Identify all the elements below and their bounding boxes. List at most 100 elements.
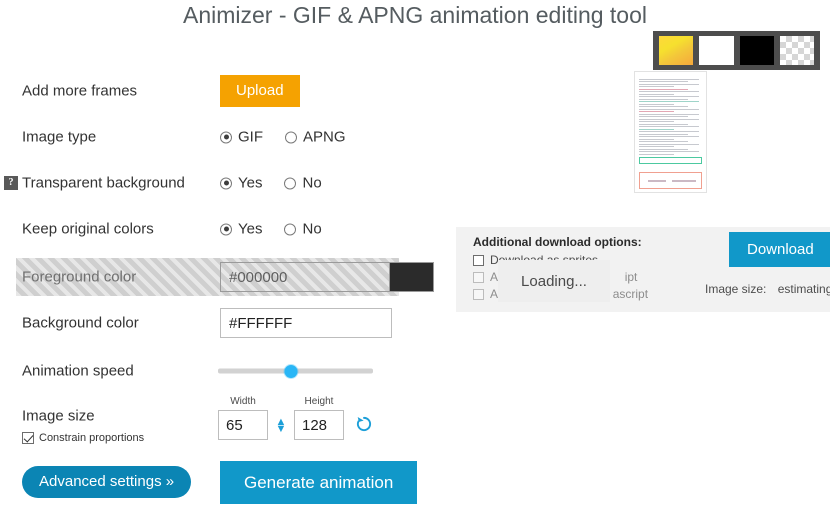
radio-keep-colors-yes[interactable]: Yes: [220, 221, 262, 238]
row-keep-original-colors: Keep original colors Yes No: [0, 206, 430, 252]
constrain-proportions-checkbox[interactable]: Constrain proportions: [22, 432, 144, 444]
radio-keep-colors-no[interactable]: No: [284, 220, 322, 238]
radio-label: APNG: [303, 128, 346, 146]
thumb-line: [639, 123, 689, 125]
thumb-line: [639, 116, 689, 117]
advanced-settings-button[interactable]: Advanced settings »: [22, 466, 192, 498]
thumb-line: [639, 81, 689, 82]
radio-label: No: [302, 174, 322, 192]
radio-dot-icon: [220, 131, 232, 143]
thumb-line: [639, 128, 674, 130]
thumb-line: [639, 108, 700, 110]
checkbox-icon: [473, 254, 484, 266]
thumb-line: [639, 78, 700, 80]
thumb-line: [639, 138, 674, 140]
thumb-line: [639, 151, 700, 152]
thumb-line: [639, 143, 700, 145]
transparent-background-label: Transparent background: [22, 174, 185, 192]
animation-speed-slider[interactable]: [218, 364, 373, 378]
thumb-line: [639, 133, 689, 135]
thumb-line: [639, 96, 700, 97]
thumb-line: [639, 121, 674, 122]
generate-animation-button[interactable]: Generate animation: [220, 461, 418, 504]
row-foreground-color: Foreground color: [16, 258, 434, 296]
thumb-line: [639, 93, 674, 95]
download-options-title: Additional download options:: [473, 235, 642, 249]
black-swatch[interactable]: [739, 36, 774, 65]
option-label-tail: ascript: [612, 287, 649, 301]
radio-label: Yes: [238, 174, 263, 192]
option-label-tail: ipt: [624, 270, 638, 284]
animation-speed-label: Animation speed: [22, 362, 134, 380]
row-image-type: Image type GIF APNG: [0, 114, 430, 160]
radio-dot-icon: [220, 177, 232, 189]
gradient-swatch[interactable]: [659, 36, 694, 65]
thumb-line: [639, 103, 674, 105]
download-button[interactable]: Download: [729, 232, 830, 267]
thumb-line: [639, 101, 700, 102]
radio-image-type-gif[interactable]: GIF: [220, 129, 263, 146]
thumb-line: [639, 118, 700, 120]
height-field-group: Height: [294, 396, 344, 440]
row-animation-speed: Animation speed: [0, 348, 430, 394]
image-size-value: estimating.: [777, 282, 830, 296]
radio-image-type-apng[interactable]: APNG: [285, 129, 346, 146]
thumb-footer-box: [639, 172, 702, 189]
thumb-line: [639, 148, 689, 150]
row-background-color: Background color: [0, 300, 430, 346]
estimated-image-size: Image size: estimating.: [705, 282, 830, 296]
background-color-label: Background color: [22, 314, 139, 332]
height-input[interactable]: [294, 410, 344, 440]
thumb-line: [639, 146, 674, 147]
width-field-group: Width: [218, 396, 268, 440]
radio-dot-icon: [284, 177, 297, 189]
additional-download-options-panel: Additional download options: Download as…: [456, 227, 830, 312]
upload-button[interactable]: Upload: [220, 75, 300, 107]
radio-label: GIF: [238, 128, 263, 146]
thumb-line: [639, 111, 674, 112]
thumb-highlight-box: [639, 156, 702, 164]
loading-overlay: Loading...: [498, 260, 610, 302]
foreground-color-input[interactable]: [220, 262, 390, 292]
frame-preview-thumbnail[interactable]: [634, 71, 707, 193]
thumb-line: [639, 126, 700, 127]
radio-dot-icon: [285, 131, 297, 143]
white-swatch[interactable]: [699, 36, 734, 65]
image-size-label: Image size: [22, 407, 95, 425]
row-add-more-frames: Add more frames Upload: [0, 68, 430, 114]
radio-dot-icon: [220, 223, 232, 235]
radio-label: Yes: [238, 220, 263, 238]
checkbox-icon: [22, 432, 34, 444]
background-color-input[interactable]: [220, 308, 392, 338]
width-input[interactable]: [218, 410, 268, 440]
thumb-line: [639, 83, 700, 85]
thumb-line: [639, 98, 689, 100]
constrain-proportions-label: Constrain proportions: [39, 432, 145, 444]
thumb-line: [639, 113, 700, 115]
radio-label: No: [302, 220, 322, 238]
transparent-swatch[interactable]: [779, 36, 814, 65]
height-caption: Height: [304, 396, 334, 407]
thumb-line: [639, 153, 674, 155]
slider-handle[interactable]: [284, 364, 298, 378]
checkbox-icon: [473, 271, 484, 283]
row-transparent-background: ? Transparent background Yes No: [0, 160, 430, 206]
color-swatch-strip[interactable]: [653, 31, 820, 70]
image-size-caption: Image size:: [705, 282, 767, 296]
help-icon[interactable]: ?: [4, 176, 18, 190]
foreground-color-label: Foreground color: [22, 268, 137, 286]
width-caption: Width: [230, 396, 256, 407]
foreground-color-chip[interactable]: [390, 262, 434, 292]
checkbox-icon: [473, 288, 484, 300]
thumb-line: [639, 136, 700, 137]
radio-transparent-no[interactable]: No: [284, 174, 322, 192]
add-more-frames-label: Add more frames: [22, 82, 138, 100]
keep-original-colors-label: Keep original colors: [22, 220, 154, 238]
thumb-line: [639, 141, 689, 142]
link-dimensions-icon[interactable]: ▲ ▼: [270, 417, 292, 435]
thumb-line: [639, 106, 689, 107]
reset-size-icon[interactable]: [355, 415, 373, 433]
thumb-line: [639, 131, 700, 132]
radio-transparent-yes[interactable]: Yes: [220, 175, 262, 192]
image-type-label: Image type: [22, 128, 97, 146]
